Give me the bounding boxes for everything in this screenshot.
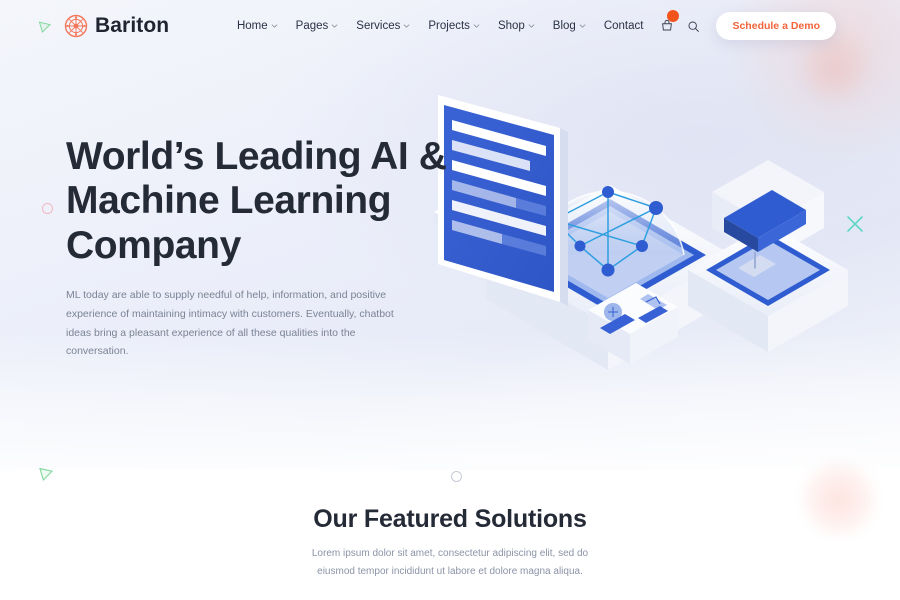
nav-label: Contact xyxy=(603,20,644,32)
nav-label: Pages xyxy=(295,20,329,32)
chevron-down-icon xyxy=(473,24,480,28)
nav-item-pages[interactable]: Pages xyxy=(287,20,348,32)
triangle-outline-green-icon xyxy=(38,466,54,482)
section-subtitle: Lorem ipsum dolor sit amet, consectetur … xyxy=(311,548,589,577)
isometric-ai-machine-learning-illustration xyxy=(420,80,890,380)
circle-outline-grey-icon xyxy=(451,471,462,482)
nav-item-contact[interactable]: Contact xyxy=(595,20,653,32)
nav-item-home[interactable]: Home xyxy=(228,20,287,32)
nav-item-shop[interactable]: Shop xyxy=(489,20,544,32)
schedule-demo-button[interactable]: Schedule a Demo xyxy=(716,12,836,40)
chevron-down-icon xyxy=(331,24,338,28)
chevron-down-icon xyxy=(271,24,278,28)
circuit-chip-icon xyxy=(64,14,88,38)
section-title: Our Featured Solutions xyxy=(313,505,587,533)
nav-label: Blog xyxy=(552,20,576,32)
hero-text-block: World’s Leading AI & Machine Learning Co… xyxy=(66,135,486,361)
circle-outline-pink-icon xyxy=(42,203,53,214)
site-header: Bariton Home Pages Services Projects Sho… xyxy=(0,0,900,52)
nav-item-projects[interactable]: Projects xyxy=(419,20,489,32)
landing-page: Bariton Home Pages Services Projects Sho… xyxy=(0,0,900,600)
search-button[interactable] xyxy=(682,15,704,37)
chevron-down-icon xyxy=(579,24,586,28)
x-mark-teal-icon xyxy=(845,214,865,234)
cart-button[interactable] xyxy=(656,10,680,37)
cart-badge xyxy=(667,10,680,22)
nav-label: Shop xyxy=(497,20,525,32)
search-icon xyxy=(688,20,699,32)
chevron-down-icon xyxy=(528,24,535,28)
page-title: World’s Leading AI & Machine Learning Co… xyxy=(66,135,447,267)
nav-label: Home xyxy=(236,20,268,32)
nav-item-blog[interactable]: Blog xyxy=(544,20,595,32)
main-navigation: Home Pages Services Projects Shop Blog C… xyxy=(228,10,836,40)
nav-item-services[interactable]: Services xyxy=(347,20,419,32)
triangle-outline-green-icon xyxy=(38,20,52,34)
chevron-down-icon xyxy=(403,24,410,28)
brand-name: Bariton xyxy=(95,14,170,37)
featured-solutions-section: Our Featured Solutions Lorem ipsum dolor… xyxy=(0,505,900,580)
nav-label: Projects xyxy=(428,20,470,32)
hero-description: ML today are able to supply needful of h… xyxy=(66,289,394,358)
nav-label: Services xyxy=(356,20,401,32)
brand-logo-link[interactable]: Bariton xyxy=(64,14,169,38)
